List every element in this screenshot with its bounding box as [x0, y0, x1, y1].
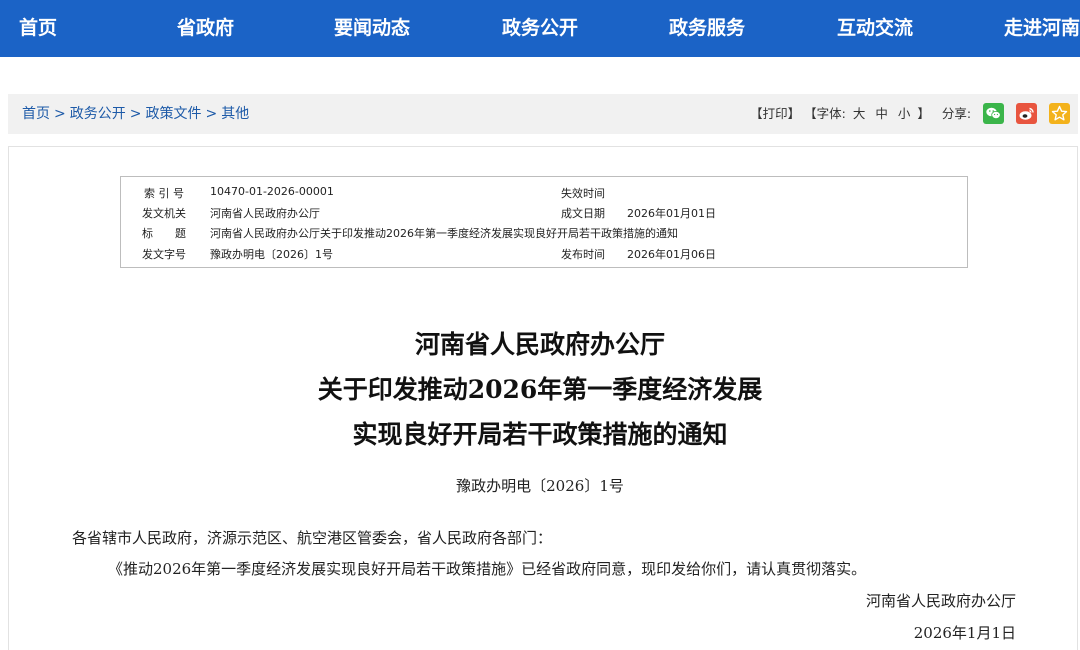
font-size-close-bracket: 】 [917, 106, 930, 121]
top-navigation: 首页 省政府 要闻动态 政务公开 政务服务 互动交流 走进河南 [0, 0, 1080, 57]
nav-item-interaction[interactable]: 互动交流 [837, 0, 913, 57]
breadcrumb: 首页 > 政务公开 > 政策文件 > 其他 [22, 94, 249, 134]
document-number-label: 发文字号 [142, 248, 186, 261]
favorite-star-icon[interactable] [1049, 103, 1070, 124]
font-size-large-button[interactable]: 大 [853, 106, 866, 121]
document-number-value: 豫政办明电〔2026〕1号 [210, 248, 333, 261]
document-number: 豫政办明电〔2026〕1号 [456, 477, 624, 495]
font-size-label: 【字体: [804, 106, 846, 121]
index-number-label: 索 引 号 [144, 187, 184, 200]
publish-time-label: 发布时间 [561, 248, 605, 261]
nav-item-home[interactable]: 首页 [19, 0, 57, 57]
nav-item-news[interactable]: 要闻动态 [334, 0, 410, 57]
body-paragraph: 《推动2026年第一季度经济发展实现良好开局若干政策措施》已经省政府同意，现印发… [108, 560, 867, 578]
page-tools: 【打印】 【字体: 大 中 小 】 分享: [750, 94, 1070, 134]
weibo-icon[interactable] [1016, 103, 1038, 124]
breadcrumb-separator: > [205, 106, 218, 122]
breadcrumb-bar: 首页 > 政务公开 > 政策文件 > 其他 【打印】 【字体: 大 中 小 】 分享: [8, 94, 1078, 134]
print-button[interactable]: 【打印】 [750, 106, 800, 121]
created-date-value: 2026年01月01日 [627, 207, 716, 220]
issuer-label: 发文机关 [142, 207, 186, 220]
font-size-small-button[interactable]: 小 [898, 106, 911, 121]
publish-time-value: 2026年01月06日 [627, 248, 716, 261]
issuer-value: 河南省人民政府办公厅 [210, 207, 320, 220]
index-number-value: 10470-01-2026-00001 [210, 185, 334, 198]
share-label: 分享: [941, 106, 972, 121]
document-date: 2026年1月1日 [913, 624, 1016, 642]
page-title-line-2: 关于印发推动2026年第一季度经济发展 [317, 375, 763, 404]
nav-item-provincial-government[interactable]: 省政府 [177, 0, 234, 57]
created-date-label: 成文日期 [561, 207, 605, 220]
nav-item-government-services[interactable]: 政务服务 [669, 0, 745, 57]
document-metadata-table: 索 引 号 10470-01-2026-00001 失效时间 发文机关 河南省人… [120, 176, 968, 268]
signature: 河南省人民政府办公厅 [865, 592, 1016, 610]
breadcrumb-separator: > [54, 106, 66, 122]
breadcrumb-policy-documents[interactable]: 政策文件 [145, 106, 201, 122]
wechat-icon[interactable] [983, 103, 1005, 124]
breadcrumb-separator: > [129, 106, 142, 122]
title-label: 标 题 [142, 227, 186, 240]
breadcrumb-other[interactable]: 其他 [221, 106, 249, 122]
breadcrumb-government-affairs[interactable]: 政务公开 [70, 106, 126, 122]
nav-item-government-affairs[interactable]: 政务公开 [502, 0, 578, 57]
page-title-line-3: 实现良好开局若干政策措施的通知 [352, 420, 728, 449]
title-value: 河南省人民政府办公厅关于印发推动2026年第一季度经济发展实现良好开局若干政策措… [210, 227, 678, 240]
font-size-medium-button[interactable]: 中 [875, 106, 888, 121]
nav-item-about-henan[interactable]: 走进河南 [1004, 0, 1080, 57]
addressee: 各省辖市人民政府，济源示范区、航空港区管委会，省人民政府各部门： [72, 529, 553, 547]
breadcrumb-home[interactable]: 首页 [22, 106, 50, 122]
page-title-line-1: 河南省人民政府办公厅 [414, 330, 665, 359]
expire-time-label: 失效时间 [561, 187, 605, 200]
